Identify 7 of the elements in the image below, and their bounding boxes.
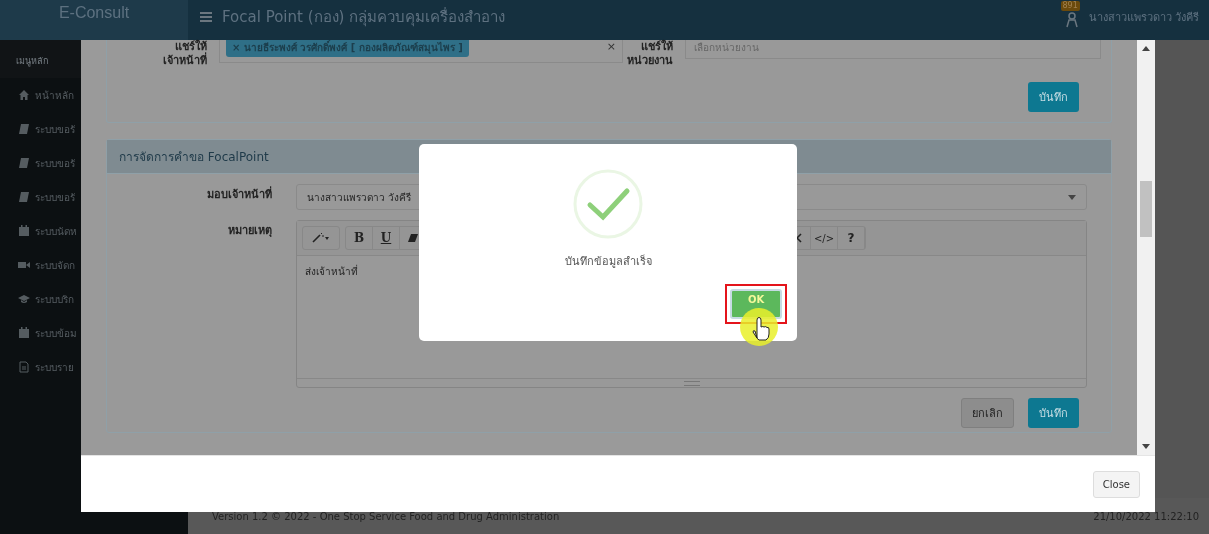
notification-count: 891	[1060, 1, 1080, 11]
field-label: หมายเหตุ	[227, 223, 273, 238]
field-label: แชร์ให้ หน่วยงาน	[626, 40, 674, 68]
note-text: ส่งเจ้าหน้าที่	[305, 266, 358, 277]
page-title: Focal Point (กอง) กลุ่มควบคุมเครื่องสำอาง	[222, 8, 506, 26]
field-label: มอบเจ้าหน้าที่	[206, 185, 273, 202]
alert-message: บันทึกข้อมูลสำเร็จ	[564, 253, 652, 270]
